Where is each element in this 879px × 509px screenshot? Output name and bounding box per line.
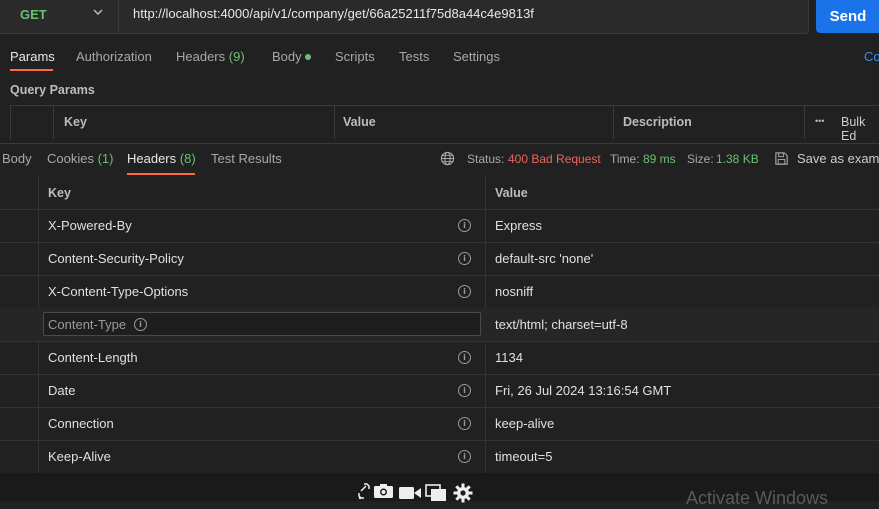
bulk-edit-button[interactable]: Bulk Ed <box>841 115 879 143</box>
header-key: Keep-Alive <box>48 449 111 464</box>
response-tab-headers[interactable]: Headers (8) <box>127 151 196 166</box>
response-tab-headers-count: (8) <box>179 151 196 166</box>
header-key-column: Key <box>48 186 71 200</box>
tab-headers[interactable]: Headers (9) <box>176 49 245 64</box>
qp-header-value: Value <box>343 115 376 129</box>
save-as-example-button[interactable]: Save as examp <box>797 151 879 166</box>
info-icon[interactable]: i <box>458 285 471 298</box>
tab-headers-count: (9) <box>228 49 245 64</box>
header-value: nosniff <box>495 284 534 299</box>
header-key: Content-Security-Policy <box>48 251 184 266</box>
header-value: keep-alive <box>495 416 555 431</box>
copy-icon[interactable] <box>425 484 447 505</box>
info-icon[interactable]: i <box>458 219 471 232</box>
query-params-title: Query Params <box>10 83 95 97</box>
query-params-table <box>10 105 879 140</box>
info-icon[interactable]: i <box>458 417 471 430</box>
size-label: Size: <box>687 152 714 166</box>
qp-header-description: Description <box>623 115 692 129</box>
tab-authorization[interactable]: Authorization <box>76 49 152 64</box>
header-key: X-Content-Type-Options <box>48 284 189 299</box>
time-label: Time: <box>610 152 640 166</box>
info-icon[interactable]: i <box>134 318 147 331</box>
status-label: Status: <box>467 152 505 166</box>
body-indicator-dot <box>305 54 311 60</box>
info-icon[interactable]: i <box>458 450 471 463</box>
more-icon[interactable]: ••• <box>815 116 824 126</box>
response-tab-cookies[interactable]: Cookies (1) <box>47 151 113 166</box>
tab-body[interactable]: Body <box>272 49 302 64</box>
qp-divider <box>804 105 805 139</box>
status-badge[interactable]: 400 Bad Request <box>508 152 601 166</box>
method-divider <box>118 0 119 33</box>
tab-scripts[interactable]: Scripts <box>335 49 375 64</box>
header-key: X-Powered-By <box>48 218 132 233</box>
size-value[interactable]: 1.38 KB <box>716 152 759 166</box>
url-input[interactable]: http://localhost:4000/api/v1/company/get… <box>133 6 534 21</box>
time-value[interactable]: 89 ms <box>643 152 676 166</box>
header-key: Content-Type <box>48 317 127 332</box>
header-value: Express <box>495 218 542 233</box>
qp-header-key: Key <box>64 115 87 129</box>
info-icon[interactable]: i <box>458 252 471 265</box>
tab-tests[interactable]: Tests <box>399 49 429 64</box>
table-row <box>0 440 879 474</box>
response-tab-cookies-label: Cookies <box>47 151 94 166</box>
cookies-link[interactable]: Co <box>864 49 879 64</box>
info-icon[interactable]: i <box>458 351 471 364</box>
globe-icon[interactable] <box>440 151 455 169</box>
header-key: Content-Length <box>48 350 138 365</box>
response-tab-body[interactable]: Body <box>2 151 32 166</box>
header-key: Connection <box>48 416 114 431</box>
header-value: Fri, 26 Jul 2024 13:16:54 GMT <box>495 383 672 398</box>
table-header-row <box>0 176 879 210</box>
windows-activation-watermark: Activate Windows <box>686 488 829 508</box>
tab-settings[interactable]: Settings <box>453 49 500 64</box>
tab-params[interactable]: Params <box>10 49 55 64</box>
header-value-column: Value <box>495 186 528 200</box>
qp-divider <box>613 105 614 139</box>
tab-headers-label: Headers <box>176 49 226 64</box>
method-selector[interactable]: GET <box>20 7 47 22</box>
header-value: timeout=5 <box>495 449 553 464</box>
header-value: 1134 <box>495 350 523 365</box>
camera-icon[interactable] <box>373 483 394 503</box>
active-response-tab-indicator <box>127 173 195 175</box>
response-tab-cookies-count: (1) <box>97 151 114 166</box>
header-key: Date <box>48 383 76 398</box>
active-tab-indicator <box>10 69 53 71</box>
header-value: default-src 'none' <box>495 251 594 266</box>
info-icon[interactable]: i <box>458 384 471 397</box>
table-row <box>0 407 879 441</box>
header-value: text/html; charset=utf-8 <box>495 317 628 332</box>
table-row <box>0 374 879 408</box>
response-tab-headers-label: Headers <box>127 151 177 166</box>
gear-icon[interactable] <box>453 483 473 507</box>
response-tab-test-results[interactable]: Test Results <box>211 151 282 166</box>
chevron-down-icon[interactable] <box>92 6 104 21</box>
send-button[interactable]: Send <box>816 0 879 33</box>
qp-divider <box>334 105 335 139</box>
video-icon[interactable] <box>399 486 421 504</box>
save-icon[interactable] <box>774 151 789 169</box>
qp-divider <box>53 105 54 139</box>
